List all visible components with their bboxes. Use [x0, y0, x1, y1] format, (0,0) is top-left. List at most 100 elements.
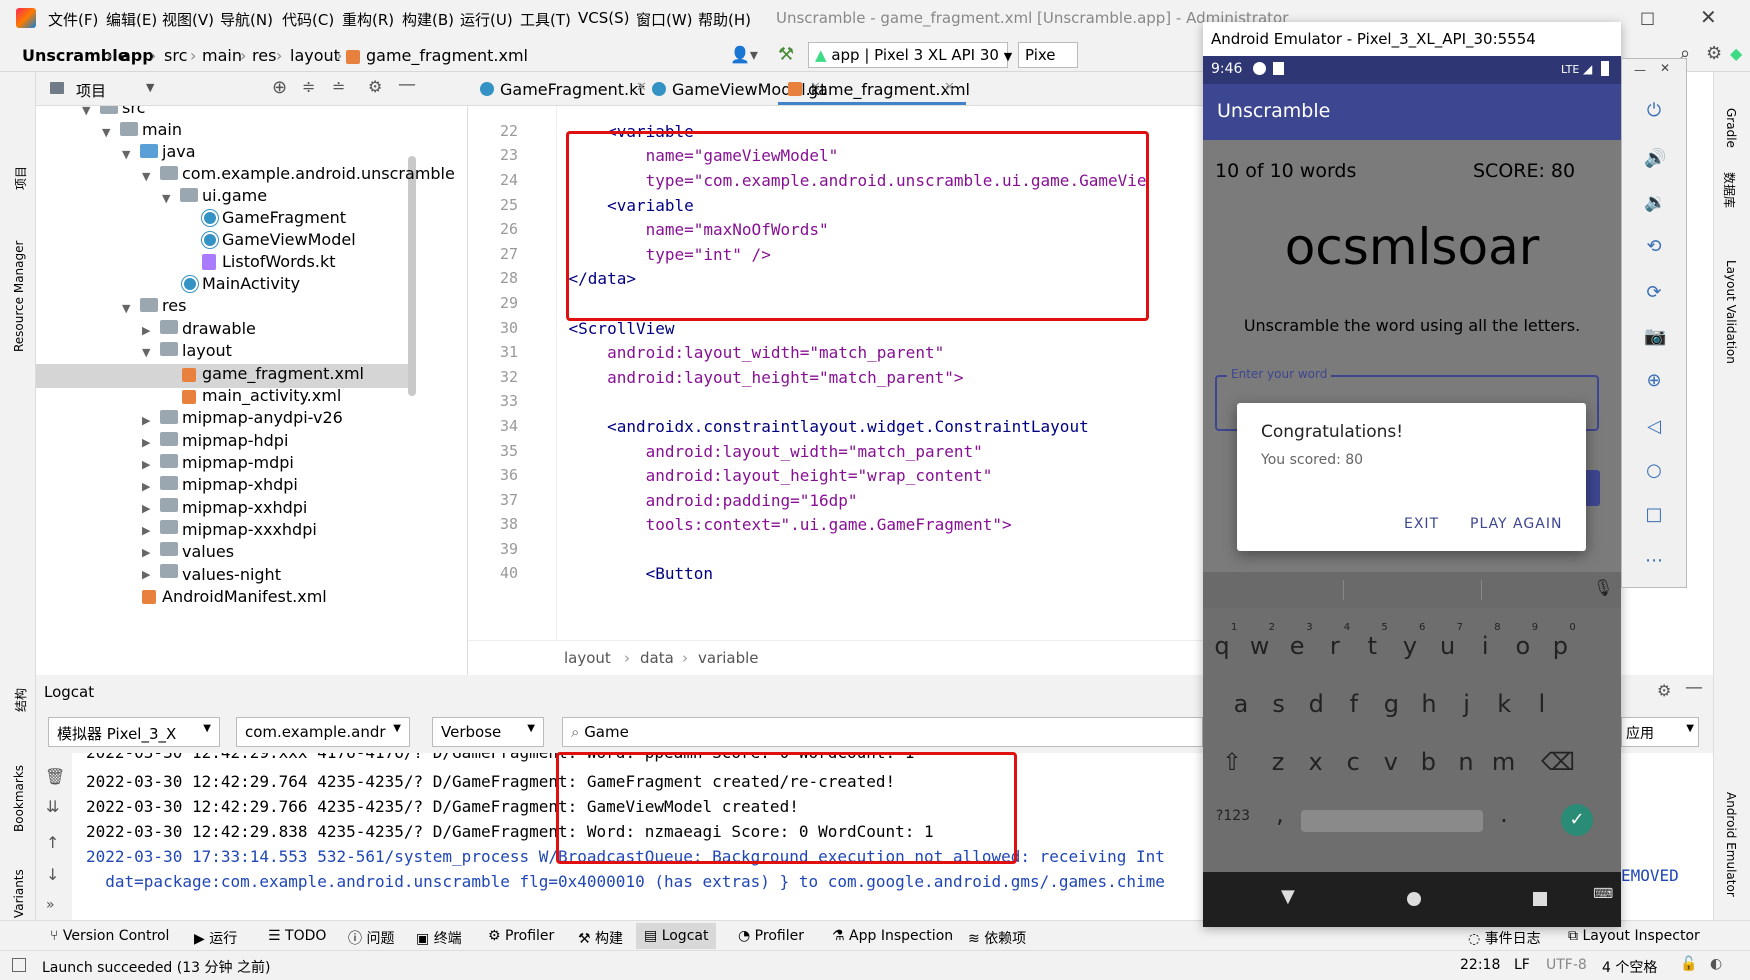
trash-icon[interactable]: 🗑 — [45, 767, 65, 786]
crumb-data[interactable]: data — [640, 649, 674, 667]
breadcrumb-file[interactable]: game_fragment.xml — [366, 46, 528, 65]
tree-item-game-fragment-xml[interactable]: game_fragment.xml — [202, 364, 364, 383]
tab-layout-inspector[interactable]: ⧉ Layout Inspector — [1568, 928, 1700, 944]
close-icon[interactable]: ✕ — [1660, 61, 1670, 75]
rotate-right-icon[interactable]: ⟳ — [1644, 282, 1664, 303]
tree-item-gameviewmodel[interactable]: GameViewModel — [222, 230, 356, 249]
tree-item-mipmap-xxhdpi[interactable]: mipmap-xxhdpi — [182, 498, 307, 517]
comma-key[interactable]: , — [1265, 800, 1295, 828]
tool-gradle[interactable]: Gradle — [1724, 108, 1738, 148]
tree-item-package[interactable]: com.example.android.unscramble — [182, 164, 455, 183]
tool-resource-manager[interactable]: Resource Manager — [12, 241, 26, 352]
logcat-search-input[interactable]: ⌕ Game — [562, 717, 1203, 747]
tool-android-emulator[interactable]: Android Emulator — [1724, 792, 1738, 897]
tree-item-main[interactable]: main — [142, 120, 182, 139]
tab-gamefragment[interactable]: GameFragment.kt — [500, 80, 645, 99]
menu-tools[interactable]: 工具(T) — [520, 9, 571, 30]
menu-window[interactable]: 窗口(W) — [636, 9, 693, 30]
menu-help[interactable]: 帮助(H) — [698, 9, 751, 30]
menu-build[interactable]: 构建(B) — [402, 9, 454, 30]
menu-vcs[interactable]: VCS(S) — [578, 9, 629, 27]
done-key-icon[interactable]: ✓ — [1561, 804, 1593, 836]
tab-version-control[interactable]: ⑂ Version Control — [50, 928, 169, 944]
lock-icon[interactable]: 🔓 — [1680, 956, 1697, 972]
hide-icon[interactable]: — — [1685, 677, 1703, 698]
recents-icon[interactable] — [1533, 892, 1547, 906]
play-again-button[interactable]: PLAY AGAIN — [1470, 516, 1562, 532]
exit-button[interactable]: EXIT — [1404, 516, 1439, 532]
tree-item-listofwords[interactable]: ListofWords.kt — [222, 252, 335, 271]
key-v[interactable]: v — [1376, 748, 1406, 776]
breadcrumb-res[interactable]: res — [252, 46, 276, 65]
menu-edit[interactable]: 编辑(E) — [106, 9, 157, 30]
arrow-down-icon[interactable]: ↓ — [46, 865, 59, 884]
tree-item-mipmap-xhdpi[interactable]: mipmap-xhdpi — [182, 475, 298, 494]
menu-navigate[interactable]: 导航(N) — [220, 9, 273, 30]
logcat-device-select[interactable]: 模拟器 Pixel_3_X ▼ — [48, 717, 220, 747]
rotate-left-icon[interactable]: ⟲ — [1644, 236, 1664, 257]
space-key[interactable] — [1301, 810, 1483, 832]
tool-bookmarks[interactable]: Bookmarks — [12, 765, 26, 832]
key-i[interactable]: i — [1470, 632, 1500, 660]
key-t[interactable]: t — [1357, 632, 1387, 660]
tree-item-src[interactable]: src — [122, 106, 145, 117]
key-q[interactable]: q — [1207, 632, 1237, 660]
close-tab-icon[interactable]: ✕ — [944, 80, 955, 95]
hammer-icon[interactable]: ⚒ — [778, 44, 794, 65]
zoom-icon[interactable]: ⊕ — [1644, 370, 1664, 391]
home-icon[interactable]: ○ — [1644, 460, 1664, 481]
power-icon[interactable]: ⏻ — [1644, 100, 1664, 121]
tree-item-mipmap-mdpi[interactable]: mipmap-mdpi — [182, 453, 294, 472]
key-r[interactable]: r — [1320, 632, 1350, 660]
key-k[interactable]: k — [1489, 690, 1519, 718]
restore-icon[interactable]: □ — [1640, 8, 1655, 27]
logcat-package-select[interactable]: com.example.andr ▼ — [236, 717, 410, 747]
status-message[interactable]: Launch succeeded (13 分钟 之前) — [42, 957, 270, 977]
key-l[interactable]: l — [1527, 690, 1557, 718]
tab-profiler-2[interactable]: ◔ Profiler — [738, 928, 804, 944]
tree-item-mipmap-xxxhdpi[interactable]: mipmap-xxxhdpi — [182, 520, 317, 539]
key-j[interactable]: j — [1452, 690, 1482, 718]
symbols-key[interactable]: ?123 — [1213, 808, 1253, 824]
logcat-filter-select[interactable]: 应用 ▼ — [1621, 717, 1699, 747]
breadcrumb-main[interactable]: main — [202, 46, 242, 65]
menu-run[interactable]: 运行(U) — [460, 9, 513, 30]
user-icon[interactable]: 👤▾ — [730, 45, 758, 64]
status-toggle-icon[interactable] — [12, 958, 26, 972]
key-p[interactable]: p — [1545, 632, 1575, 660]
tree-item-ui-game[interactable]: ui.game — [202, 186, 267, 205]
menu-code[interactable]: 代码(C) — [282, 9, 334, 30]
locate-icon[interactable]: ⊕ — [272, 77, 287, 98]
back-icon[interactable]: ▼ — [1281, 886, 1295, 907]
tree-item-gamefragment[interactable]: GameFragment — [222, 208, 346, 227]
tool-database[interactable]: 数据库 — [1721, 172, 1738, 208]
key-d[interactable]: d — [1301, 690, 1331, 718]
tool-layout-validation[interactable]: Layout Validation — [1724, 260, 1738, 364]
breadcrumb-src[interactable]: src — [164, 46, 187, 65]
tool-project[interactable]: 项目 — [12, 166, 29, 190]
home-icon[interactable] — [1407, 892, 1421, 906]
collapse-all-icon[interactable]: ≐ — [332, 77, 345, 96]
tab-todo[interactable]: ☰ TODO — [268, 928, 326, 944]
menu-view[interactable]: 视图(V) — [162, 9, 214, 30]
volume-up-icon[interactable]: 🔊 — [1644, 148, 1666, 169]
crumb-layout[interactable]: layout — [564, 649, 611, 667]
tree-item-manifest[interactable]: AndroidManifest.xml — [162, 587, 327, 606]
overview-icon[interactable]: □ — [1644, 504, 1664, 525]
shift-key-icon[interactable]: ⇧ — [1217, 748, 1247, 776]
period-key[interactable]: . — [1489, 800, 1519, 828]
tree-item-res[interactable]: res — [162, 296, 186, 315]
tab-profiler[interactable]: ⚙ Profiler — [488, 928, 554, 944]
key-a[interactable]: a — [1226, 690, 1256, 718]
device-select[interactable]: Pixe — [1018, 42, 1078, 68]
tool-structure[interactable]: 结构 — [12, 688, 29, 712]
arrow-up-icon[interactable]: ↑ — [46, 833, 59, 852]
run-config-select[interactable]: ▲ app | Pixel 3 XL API 30 ▼ — [808, 42, 1012, 68]
settings-icon[interactable]: ⚙ — [1706, 43, 1722, 64]
camera-icon[interactable]: 📷 — [1644, 326, 1666, 347]
tab-dependencies[interactable]: ≋ 依赖项 — [968, 928, 1026, 948]
menu-file[interactable]: 文件(F) — [48, 9, 98, 30]
backspace-key-icon[interactable]: ⌫ — [1541, 748, 1575, 776]
tree-item-values-night[interactable]: values-night — [182, 565, 281, 584]
key-e[interactable]: e — [1282, 632, 1312, 660]
